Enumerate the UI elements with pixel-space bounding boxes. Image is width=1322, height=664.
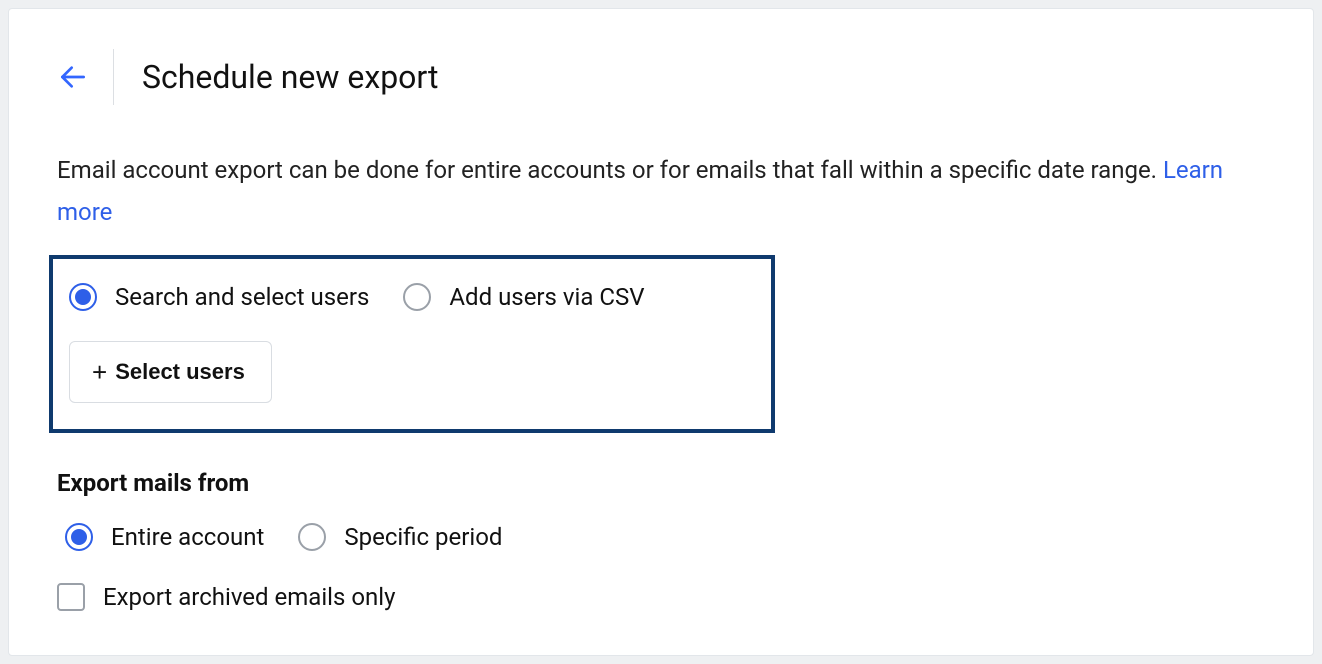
radio-label: Search and select users xyxy=(115,283,369,311)
arrow-left-icon xyxy=(57,61,89,93)
checkbox-indicator xyxy=(57,583,85,611)
header-divider xyxy=(113,49,114,105)
radio-indicator xyxy=(65,523,93,551)
export-from-section: Export mails from Entire account Specifi… xyxy=(57,469,1265,611)
radio-indicator xyxy=(69,283,97,311)
radio-label: Entire account xyxy=(111,523,264,551)
radio-indicator xyxy=(403,283,431,311)
checkbox-label: Export archived emails only xyxy=(103,583,395,611)
checkbox-archived-only[interactable]: Export archived emails only xyxy=(57,583,1265,611)
user-selection-highlight: Search and select users Add users via CS… xyxy=(49,255,775,433)
export-from-radio-group: Entire account Specific period xyxy=(65,523,1265,551)
radio-label: Specific period xyxy=(344,523,502,551)
plus-icon: + xyxy=(92,359,107,385)
radio-option-specific-period[interactable]: Specific period xyxy=(298,523,502,551)
radio-option-csv-users[interactable]: Add users via CSV xyxy=(403,283,644,311)
description-text: Email account export can be done for ent… xyxy=(57,149,1265,233)
radio-option-entire-account[interactable]: Entire account xyxy=(65,523,264,551)
page-header: Schedule new export xyxy=(57,49,1265,105)
radio-label: Add users via CSV xyxy=(449,283,644,311)
description-body: Email account export can be done for ent… xyxy=(57,156,1163,184)
export-form-card: Schedule new export Email account export… xyxy=(8,8,1314,656)
section-heading-export-from: Export mails from xyxy=(57,469,1265,497)
user-selection-radio-group: Search and select users Add users via CS… xyxy=(69,283,751,311)
page-title: Schedule new export xyxy=(142,58,439,96)
select-users-label: Select users xyxy=(115,359,245,385)
select-users-button[interactable]: + Select users xyxy=(69,341,272,403)
back-button[interactable] xyxy=(57,61,89,93)
radio-option-search-users[interactable]: Search and select users xyxy=(69,283,369,311)
radio-indicator xyxy=(298,523,326,551)
